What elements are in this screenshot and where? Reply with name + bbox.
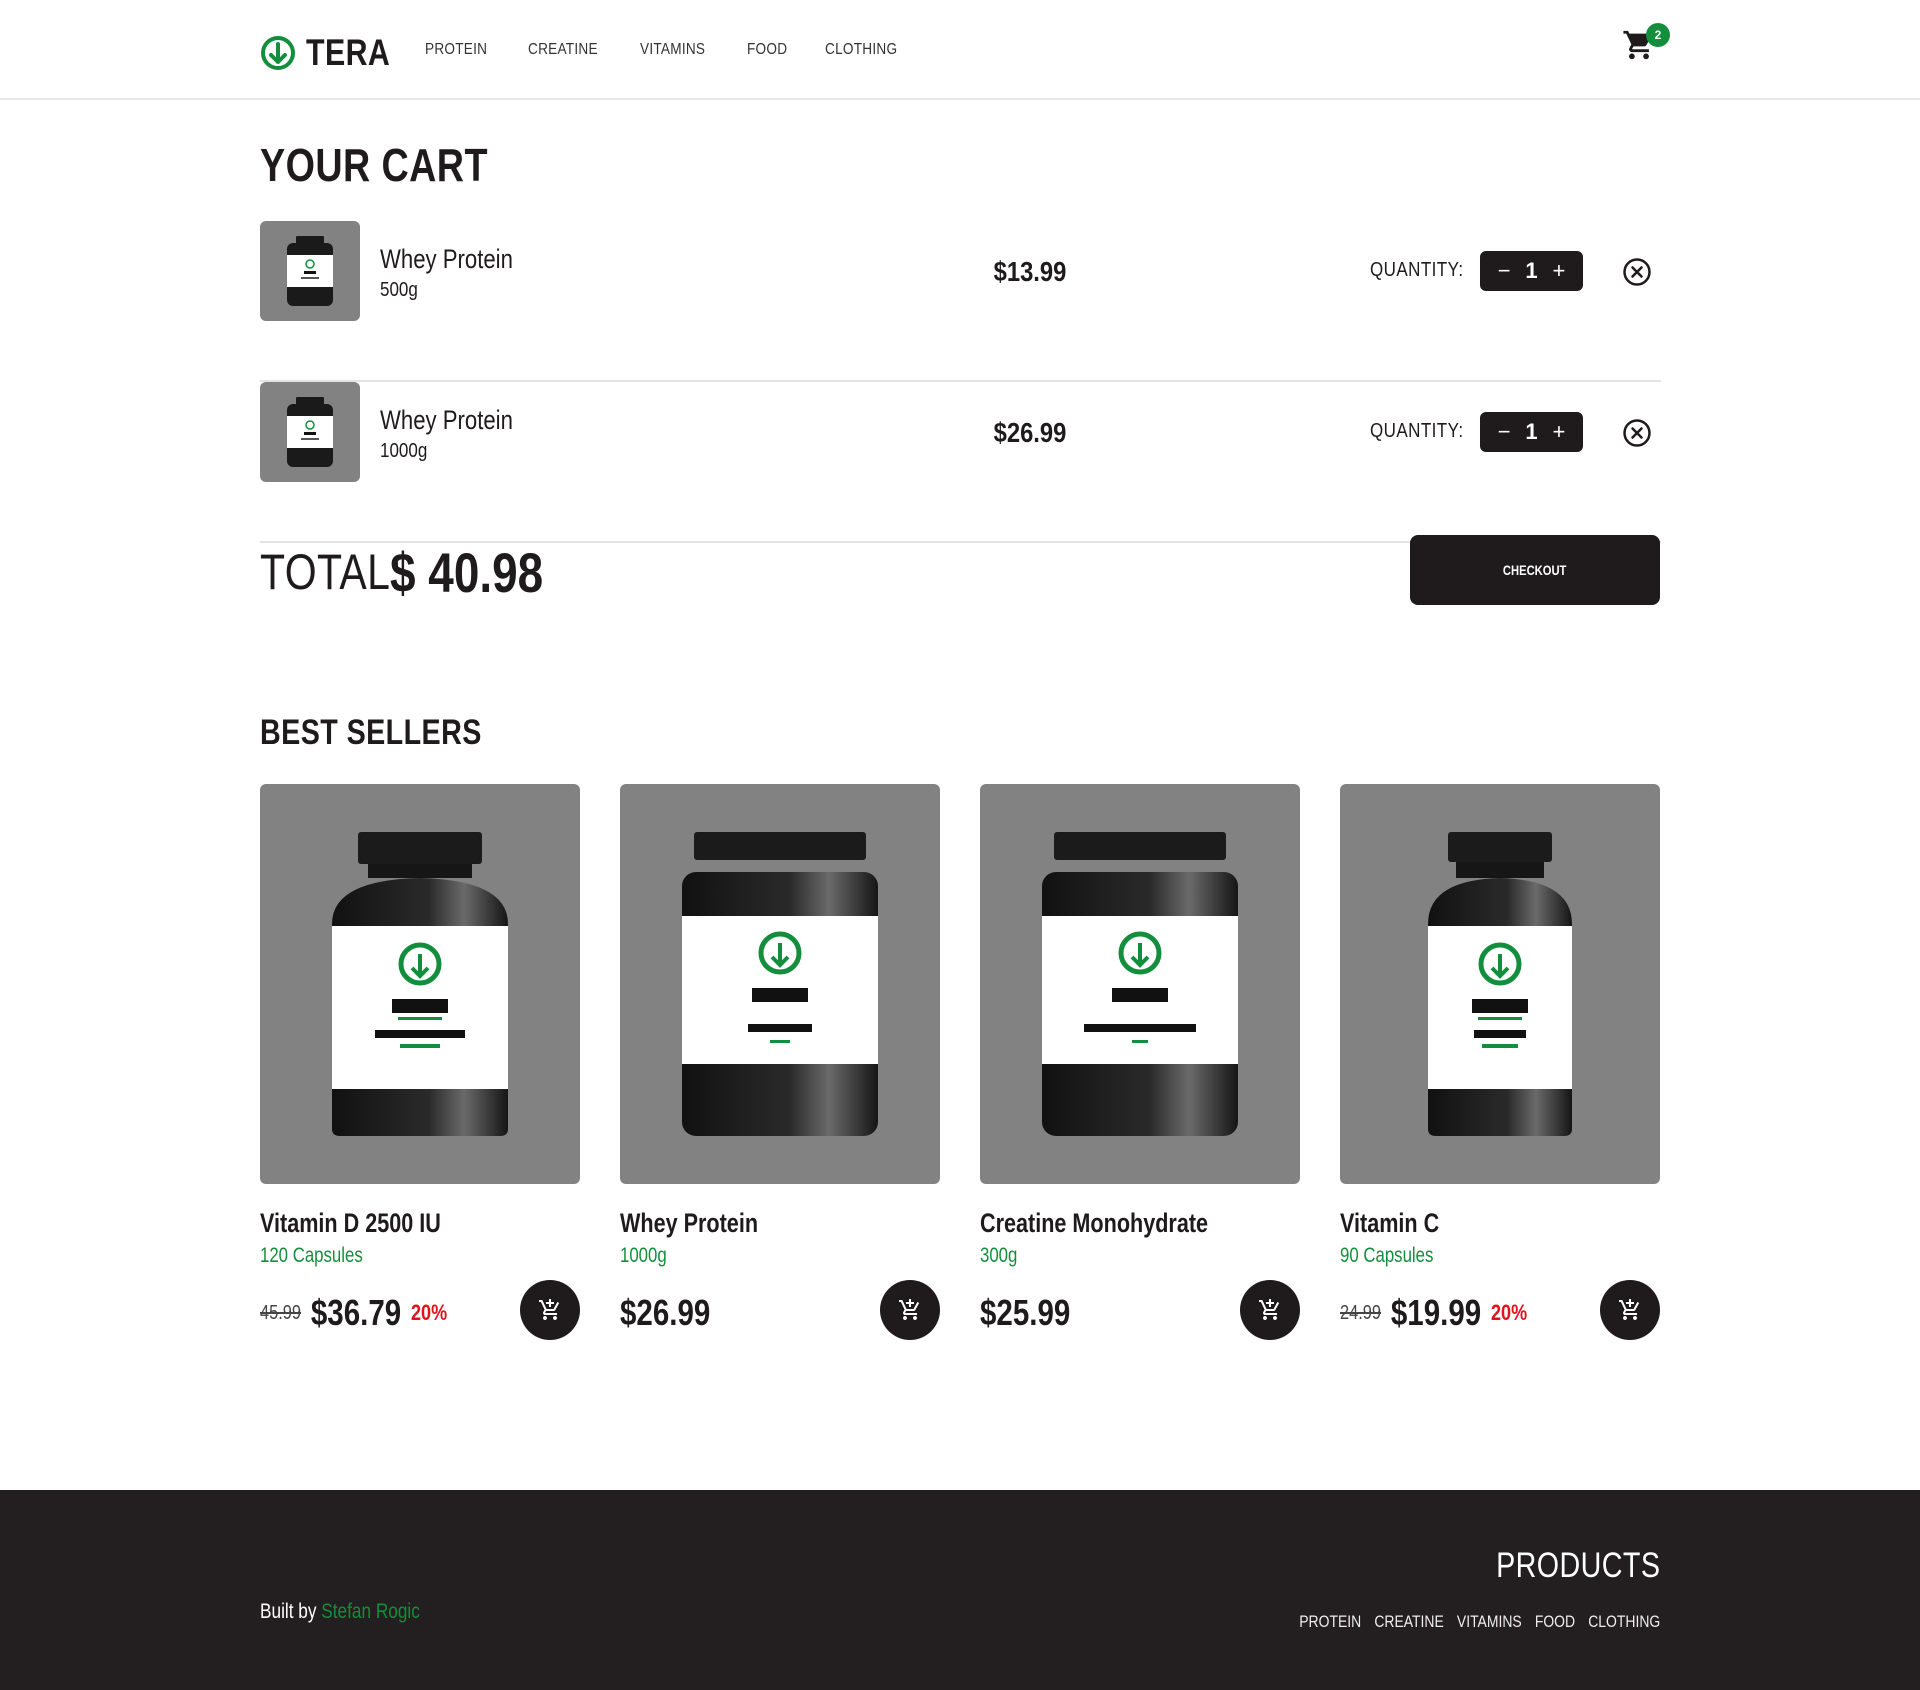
quantity-label: QUANTITY:: [1370, 259, 1464, 281]
footer-link-food[interactable]: FOOD: [1535, 1612, 1575, 1632]
add-to-cart-icon: [1259, 1299, 1280, 1320]
supplement-jar-icon: [1428, 832, 1572, 1136]
product-price-row: 45.99 $36.79 20%: [260, 1290, 447, 1336]
product-image[interactable]: [260, 784, 580, 1184]
brand-name: TERA: [306, 32, 391, 73]
close-circle-icon: [1623, 258, 1651, 286]
product-discount: 20%: [1491, 1300, 1528, 1325]
footer-link-vitamins[interactable]: VITAMINS: [1457, 1612, 1522, 1632]
footer-link-creatine[interactable]: CREATINE: [1374, 1612, 1443, 1632]
quantity-value: 1: [1525, 419, 1538, 444]
cart-item: Whey Protein 1000g $26.99 QUANTITY: − 1 …: [260, 382, 1661, 543]
credit-prefix: Built by: [260, 1600, 317, 1623]
add-to-cart-button[interactable]: [880, 1280, 940, 1340]
decrease-quantity-button[interactable]: −: [1493, 260, 1515, 282]
product-variant: 300g: [980, 1244, 1018, 1267]
product-card: Whey Protein 1000g $26.99: [620, 784, 940, 1344]
product-card: Vitamin C 90 Capsules 24.99 $19.99 20%: [1340, 784, 1660, 1344]
increase-quantity-button[interactable]: +: [1548, 421, 1570, 443]
cart-item-name: Whey Protein: [380, 244, 513, 274]
supplement-jar-icon: [332, 832, 508, 1136]
product-image[interactable]: [980, 784, 1300, 1184]
add-to-cart-button[interactable]: [1240, 1280, 1300, 1340]
product-price-row: $25.99: [980, 1290, 1080, 1336]
footer-link-protein[interactable]: PROTEIN: [1299, 1612, 1361, 1632]
cart-item-thumbnail: [260, 221, 360, 321]
product-price: $36.79: [310, 1292, 402, 1333]
tera-logo-icon: [261, 36, 295, 70]
quantity-stepper: − 1 +: [1480, 412, 1583, 452]
product-discount: 20%: [411, 1300, 448, 1325]
product-image[interactable]: [620, 784, 940, 1184]
nav-item-protein[interactable]: PROTEIN: [425, 41, 487, 59]
jar-thumbnail-icon: [287, 236, 333, 306]
product-price: $26.99: [620, 1292, 711, 1333]
product-price-row: 24.99 $19.99 20%: [1340, 1290, 1527, 1336]
site-footer: Built by Stefan Rogic PRODUCTS PROTEIN C…: [0, 1490, 1920, 1690]
main-nav: PROTEIN CREATINE VITAMINS FOOD CLOTHING: [425, 41, 940, 59]
product-image[interactable]: [1340, 784, 1660, 1184]
quantity-value: 1: [1525, 258, 1538, 283]
checkout-label: CHECKOUT: [1503, 562, 1567, 578]
add-to-cart-icon: [899, 1299, 920, 1320]
supplement-jar-icon: [682, 832, 878, 1136]
nav-item-food[interactable]: FOOD: [747, 41, 787, 59]
footer-links: PROTEIN CREATINE VITAMINS FOOD CLOTHING: [1286, 1612, 1660, 1632]
product-price-row: $26.99: [620, 1290, 720, 1336]
product-name: Vitamin D 2500 IU: [260, 1208, 441, 1238]
product-variant: 120 Capsules: [260, 1244, 363, 1267]
decrease-quantity-button[interactable]: −: [1493, 421, 1515, 443]
product-variant: 1000g: [620, 1244, 667, 1267]
product-card: Vitamin D 2500 IU 120 Capsules 45.99 $36…: [260, 784, 580, 1344]
site-header: TERA PROTEIN CREATINE VITAMINS FOOD CLOT…: [0, 0, 1920, 100]
credit-author-link[interactable]: Stefan Rogic: [321, 1600, 420, 1623]
cart-item: Whey Protein 500g $13.99 QUANTITY: − 1 +: [260, 221, 1661, 382]
add-to-cart-icon: [1619, 1299, 1640, 1320]
cart-item-price: $13.99: [993, 256, 1067, 287]
product-old-price: 45.99: [260, 1301, 302, 1324]
total-value: $ 40.98: [390, 541, 544, 604]
best-sellers-title: BEST SELLERS: [260, 713, 482, 752]
product-price: $25.99: [980, 1292, 1071, 1333]
close-circle-icon: [1623, 419, 1651, 447]
brand-logo[interactable]: TERA: [260, 32, 409, 74]
cart-item-size: 1000g: [380, 440, 428, 462]
product-variant: 90 Capsules: [1340, 1244, 1434, 1267]
cart-item-thumbnail: [260, 382, 360, 482]
footer-link-clothing[interactable]: CLOTHING: [1588, 1612, 1660, 1632]
add-to-cart-icon: [539, 1299, 560, 1320]
cart-item-size: 500g: [380, 279, 418, 301]
add-to-cart-button[interactable]: [1600, 1280, 1660, 1340]
total-label: TOTAL:: [260, 544, 403, 600]
nav-item-clothing[interactable]: CLOTHING: [825, 41, 897, 59]
product-old-price: 24.99: [1340, 1301, 1382, 1324]
increase-quantity-button[interactable]: +: [1548, 260, 1570, 282]
footer-products-title: PRODUCTS: [1495, 1546, 1660, 1585]
add-to-cart-button[interactable]: [520, 1280, 580, 1340]
cart-count-badge: 2: [1646, 23, 1670, 47]
product-name: Whey Protein: [620, 1208, 759, 1238]
cart-item-price: $26.99: [993, 417, 1067, 448]
quantity-stepper: − 1 +: [1480, 251, 1583, 291]
supplement-jar-icon: [1042, 832, 1238, 1136]
cart-title: YOUR CART: [260, 139, 488, 191]
jar-thumbnail-icon: [287, 397, 333, 467]
product-name: Vitamin C: [1340, 1208, 1440, 1238]
product-card: Creatine Monohydrate 300g $25.99: [980, 784, 1300, 1344]
checkout-button[interactable]: CHECKOUT: [1410, 535, 1660, 605]
remove-item-button[interactable]: [1622, 418, 1652, 448]
cart-item-name: Whey Protein: [380, 405, 513, 435]
remove-item-button[interactable]: [1622, 257, 1652, 287]
nav-item-creatine[interactable]: CREATINE: [528, 41, 598, 59]
product-name: Creatine Monohydrate: [980, 1208, 1209, 1238]
footer-credit: Built by Stefan Rogic: [260, 1600, 420, 1624]
quantity-label: QUANTITY:: [1370, 420, 1464, 442]
nav-item-vitamins[interactable]: VITAMINS: [640, 41, 705, 59]
product-price: $19.99: [1390, 1292, 1482, 1333]
